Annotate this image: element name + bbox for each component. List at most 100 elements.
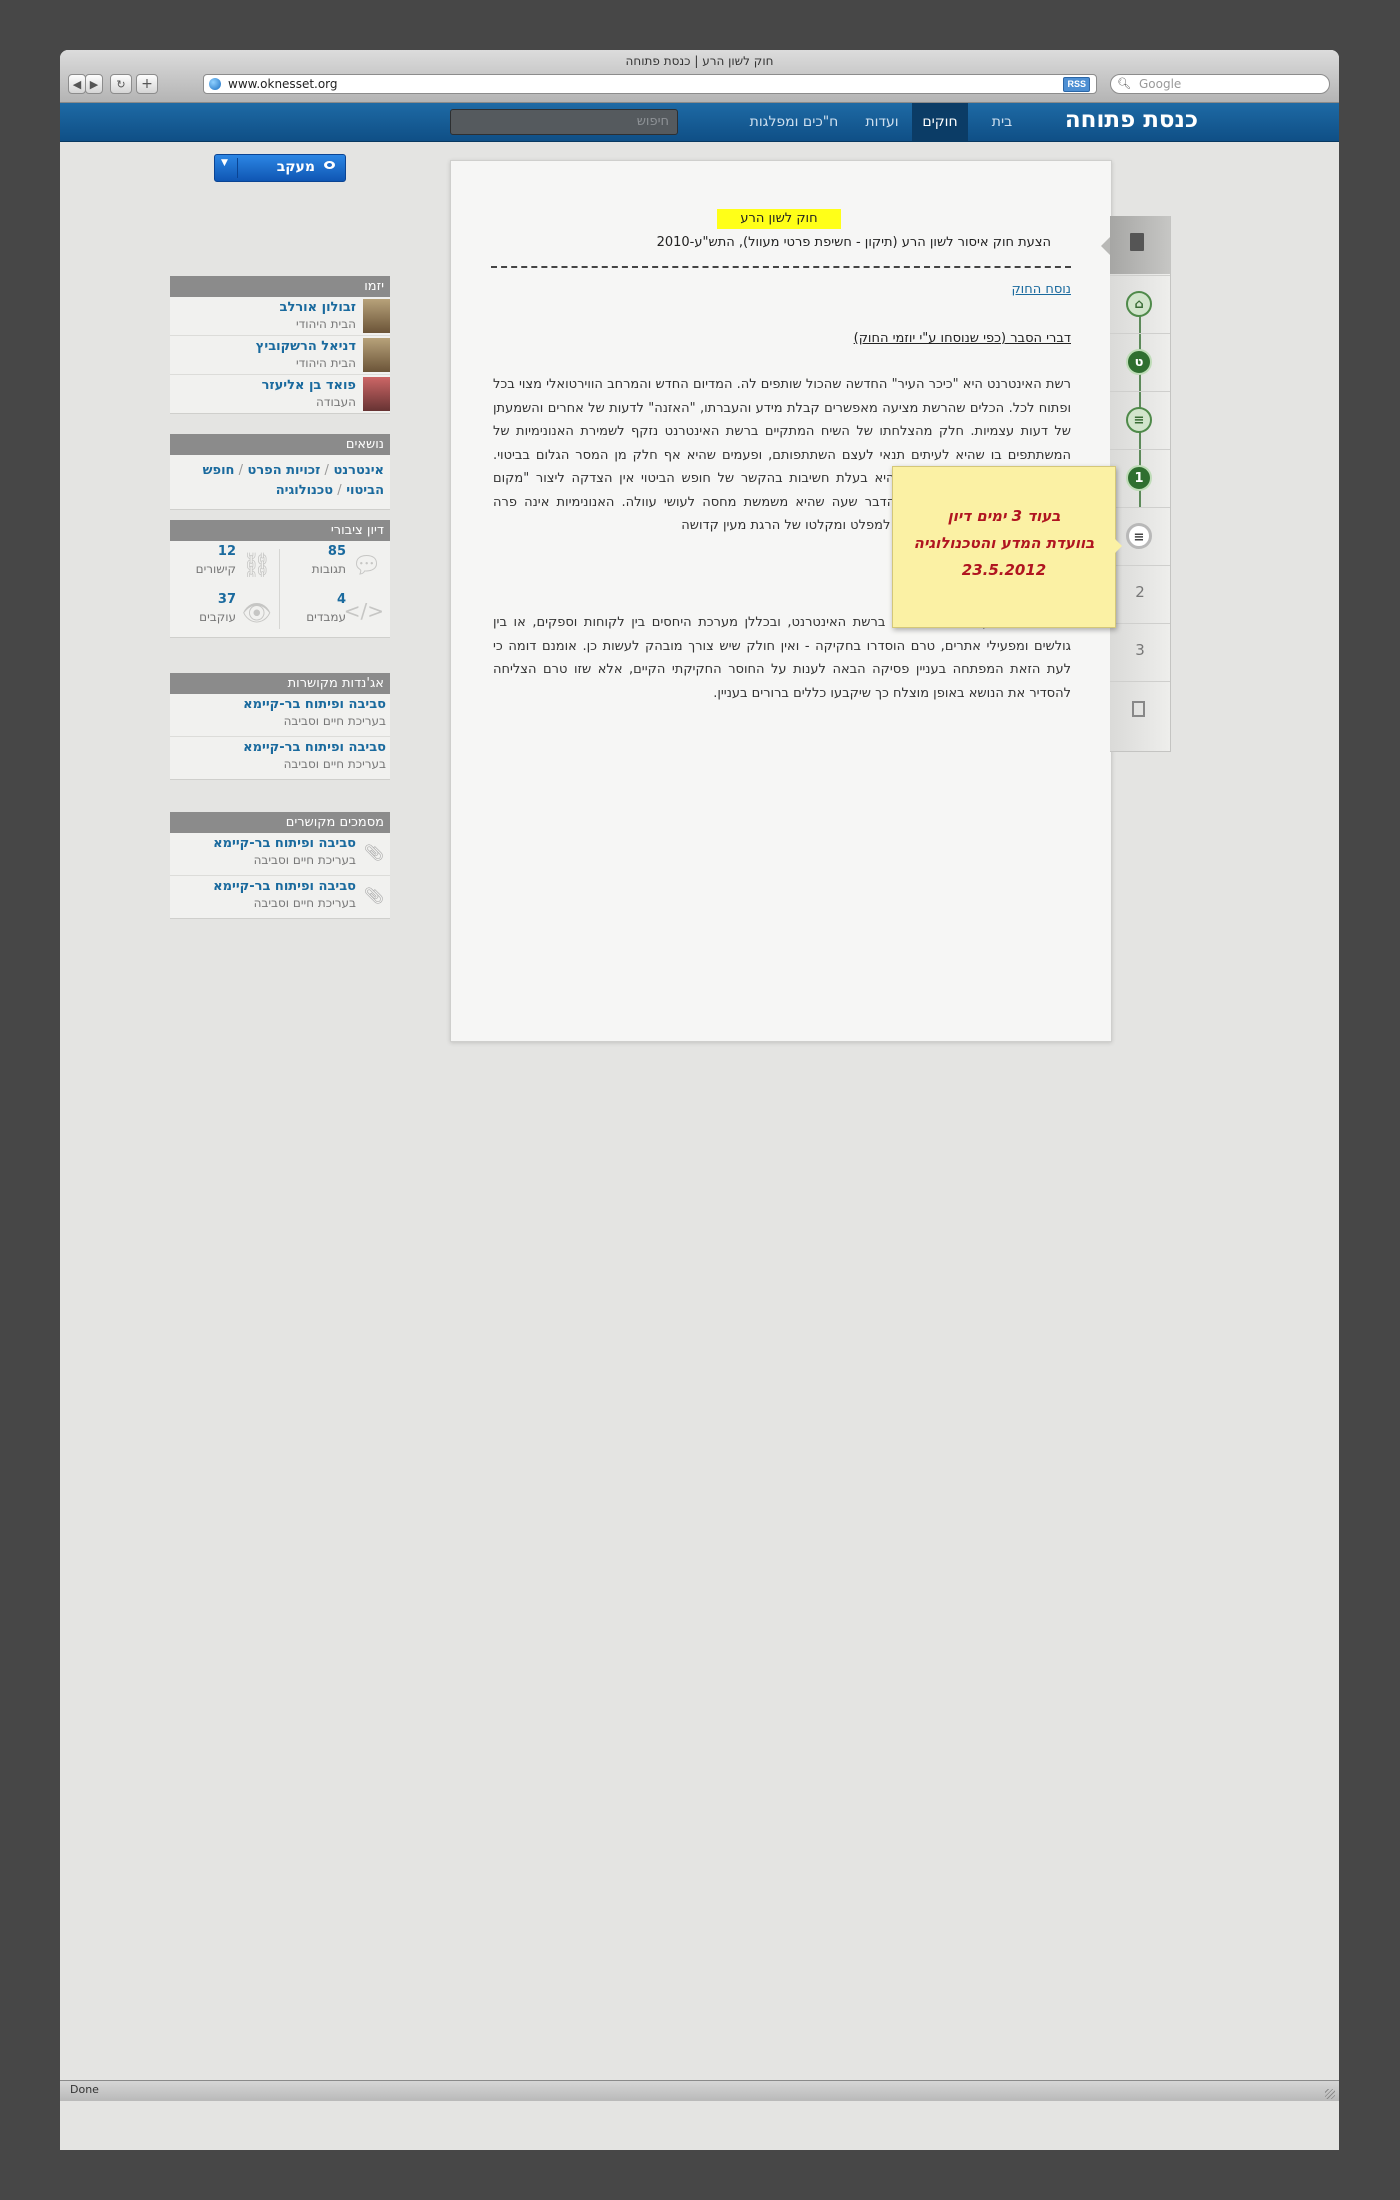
comments-icon: 💬︎: [351, 551, 382, 579]
topic-link[interactable]: אינטרנט: [333, 463, 384, 478]
rss-button[interactable]: RSS: [1063, 77, 1090, 92]
avatar: [363, 338, 390, 372]
stat-comments[interactable]: 85 תגובות 💬︎: [280, 541, 390, 589]
reload-button[interactable]: ↻: [110, 74, 132, 94]
doc-subtitle: בעריכת חיים וסביבה: [253, 853, 356, 867]
initiator-party: הבית היהודי: [295, 317, 356, 331]
browser-search-placeholder: Google: [1139, 77, 1182, 91]
agenda-item[interactable]: סביבה ופיתוח בר-קיימא בעריכת חיים וסביבה: [170, 737, 390, 779]
initiator-item[interactable]: זבולון אורלב הבית היהודי: [170, 297, 390, 336]
nav-mks-parties[interactable]: ח"כים ומפלגות: [736, 103, 852, 141]
timeline-stage[interactable]: [1110, 681, 1170, 739]
doc-item[interactable]: 📎︎ סביבה ופיתוח בר-קיימא בעריכת חיים וסב…: [170, 833, 390, 876]
stage-number: 2: [1135, 583, 1145, 601]
doc-title[interactable]: סביבה ופיתוח בר-קיימא: [213, 836, 356, 851]
document-icon: [1130, 233, 1144, 251]
related-docs-box: מסמכים מקושרים 📎︎ סביבה ופיתוח בר-קיימא …: [170, 812, 390, 919]
agenda-title[interactable]: סביבה ופיתוח בר-קיימא: [243, 697, 386, 712]
initiator-party: הבית היהודי: [295, 356, 356, 370]
address-bar[interactable]: www.oknesset.org RSS: [203, 74, 1097, 94]
initiator-name[interactable]: דניאל הרשקוביץ: [256, 339, 356, 354]
note-line: בוועדת המדע והטכנולוגיה: [913, 534, 1095, 552]
stat-value: 37: [217, 592, 236, 607]
browser-toolbar: חוק לשון הרע | כנסת פתוחה ◀ ▶ ↻ + www.ok…: [60, 50, 1339, 103]
initiators-box: יזמו זבולון אורלב הבית היהודי דניאל הרשק…: [170, 276, 390, 414]
globe-icon: [209, 78, 221, 90]
agenda-item[interactable]: סביבה ופיתוח בר-קיימא בעריכת חיים וסביבה: [170, 694, 390, 737]
follow-label: מעקב: [276, 159, 315, 175]
site-navbar: כנסת פתוחה בית חוקים ועדות ח"כים ומפלגות…: [60, 103, 1339, 142]
document-tab[interactable]: [1110, 216, 1170, 274]
note-line: בעוד 3 ימים דיון: [947, 507, 1061, 525]
related-agendas-box: אג'נדות מקושרות סביבה ופיתוח בר-קיימא בע…: [170, 673, 390, 780]
embed-icon: </>: [343, 599, 384, 623]
stat-value: 12: [217, 544, 236, 559]
forward-button[interactable]: ▶: [85, 74, 103, 94]
note-date: 23.5.2012: [961, 561, 1047, 579]
search-icon: 🔍︎: [1117, 77, 1131, 90]
topic-link[interactable]: טכנולוגיה: [276, 483, 333, 498]
explanation-heading: דברי הסבר (כפי שנוסחו ע"י יוזמי החוק): [853, 331, 1071, 346]
law-title: חוק לשון הרע: [717, 209, 841, 229]
doc-subtitle: בעריכת חיים וסביבה: [253, 896, 356, 910]
timeline-stage[interactable]: 1: [1110, 449, 1170, 508]
initiator-name[interactable]: זבולון אורלב: [280, 300, 356, 315]
window-title: חוק לשון הרע | כנסת פתוחה: [625, 54, 774, 68]
note-pointer: [1112, 536, 1122, 556]
discussion-icon: ≡: [1126, 523, 1152, 549]
timeline-node-number: 1: [1126, 465, 1152, 491]
doc-item[interactable]: 📎︎ סביבה ופיתוח בר-קיימא בעריכת חיים וסב…: [170, 876, 390, 918]
nav-committees[interactable]: ועדות: [858, 103, 906, 141]
initiator-item[interactable]: דניאל הרשקוביץ הבית היהודי: [170, 336, 390, 375]
resize-grip-icon[interactable]: [1325, 2089, 1335, 2099]
stat-label: קישורים: [195, 562, 236, 576]
nav-home[interactable]: בית: [977, 103, 1027, 141]
divider: [237, 158, 238, 178]
paperclip-icon: 📎︎: [363, 886, 384, 905]
site-search-input[interactable]: חיפוש: [450, 109, 678, 135]
timeline-rail: ⌂ ט ≡ 1 ≡ 2 3: [1110, 216, 1171, 752]
active-pointer: [1101, 237, 1110, 255]
stat-links[interactable]: 12 קישורים ⛓: [170, 541, 280, 589]
avatar: [363, 377, 390, 411]
initiator-item[interactable]: פואד בן אליעזר העבודה: [170, 375, 390, 413]
status-bar: Done: [60, 2080, 1339, 2101]
stat-followers[interactable]: 37 עוקבים 👁︎: [170, 589, 280, 637]
chevron-down-icon[interactable]: ▼: [221, 158, 228, 168]
law-version-link[interactable]: נוסח החוק: [1011, 282, 1071, 297]
stat-label: עמבדים: [306, 610, 346, 624]
back-button[interactable]: ◀: [68, 74, 86, 94]
timeline-stage[interactable]: 3: [1110, 623, 1170, 682]
related-docs-title: מסמכים מקושרים: [170, 812, 390, 833]
initiator-party: העבודה: [316, 395, 356, 409]
site-logo[interactable]: כנסת פתוחה: [1038, 107, 1198, 133]
stat-embeds[interactable]: 4 עמבדים </>: [280, 589, 390, 637]
timeline-stage[interactable]: 2: [1110, 565, 1170, 624]
topics-box: נושאים אינטרנט / זכויות הפרט / חופש הביט…: [170, 434, 390, 510]
timeline-stage[interactable]: ט: [1110, 333, 1170, 392]
agenda-subtitle: בעריכת חיים וסביבה: [283, 714, 386, 728]
related-agendas-title: אג'נדות מקושרות: [170, 673, 390, 694]
avatar: [363, 299, 390, 333]
nav-laws[interactable]: חוקים: [912, 103, 968, 141]
url-text: www.oknesset.org: [228, 77, 338, 91]
inbox-icon: ⌂: [1126, 291, 1152, 317]
agenda-subtitle: בעריכת חיים וסביבה: [283, 757, 386, 771]
timeline-stage[interactable]: ≡: [1110, 391, 1170, 450]
proposal-title: הצעת חוק איסור לשון הרע (תיקון - חשיפת פ…: [656, 235, 1051, 250]
eye-icon: [324, 161, 335, 169]
eye-icon: 👁︎: [241, 599, 272, 627]
topic-link[interactable]: זכויות הפרט: [248, 463, 321, 478]
stat-label: עוקבים: [199, 610, 236, 624]
browser-search-input[interactable]: 🔍︎ Google: [1110, 74, 1330, 94]
new-tab-button[interactable]: +: [136, 74, 158, 94]
follow-button[interactable]: מעקב ▼: [214, 154, 346, 182]
initiator-name[interactable]: פואד בן אליעזר: [262, 378, 356, 393]
agenda-title[interactable]: סביבה ופיתוח בר-קיימא: [243, 740, 386, 755]
sticky-note: בעוד 3 ימים דיון בוועדת המדע והטכנולוגיה…: [892, 466, 1116, 628]
doc-title[interactable]: סביבה ופיתוח בר-קיימא: [213, 879, 356, 894]
paperclip-icon: 📎︎: [363, 843, 384, 862]
stage-number: 3: [1135, 641, 1145, 659]
timeline-stage[interactable]: ⌂: [1110, 275, 1170, 334]
divider: [491, 266, 1071, 268]
